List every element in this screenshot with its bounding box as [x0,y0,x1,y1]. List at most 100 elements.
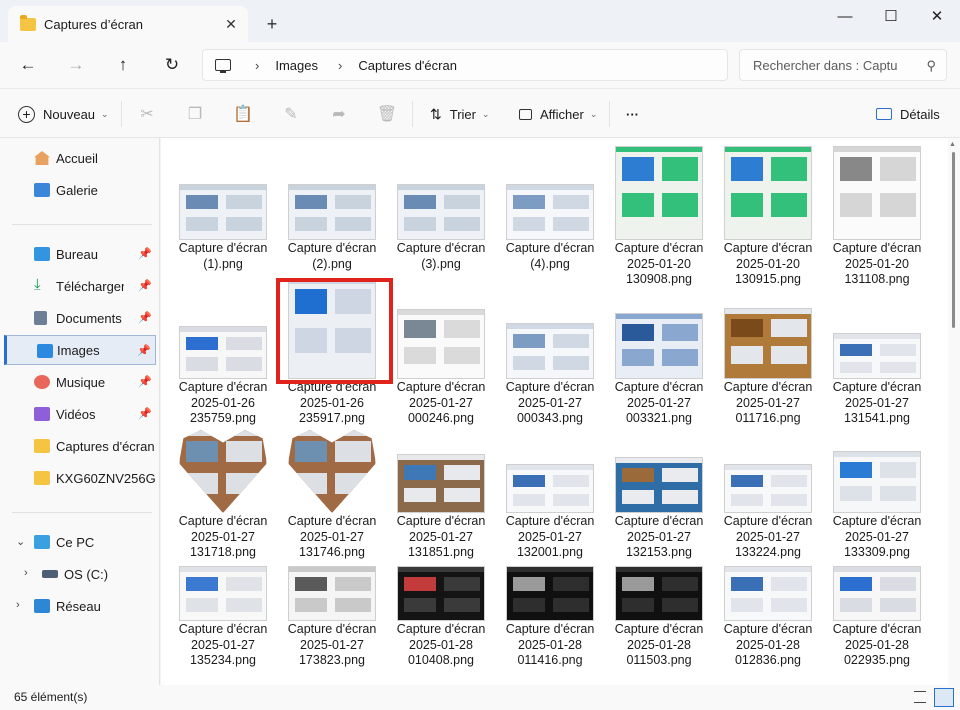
sort-button[interactable]: ⇅ Trier ⌄ [430,103,490,125]
file-thumbnail[interactable] [724,464,812,513]
sidebar-item-musique[interactable]: Musique 📌 [4,367,156,397]
file-name[interactable]: Capture d'écran 2025-01-27 135234.png [171,622,275,669]
file-name[interactable]: Capture d'écran 2025-01-27 000343.png [498,380,602,427]
address-bar[interactable]: › Images › Captures d'écran [202,49,728,81]
pin-icon[interactable]: 📌 [137,344,151,357]
rename-icon[interactable]: ✎ [280,103,302,125]
file-name[interactable]: Capture d'écran 2025-01-27 000246.png [389,380,493,427]
paste-icon[interactable]: 📋 [232,103,254,125]
file-name[interactable]: Capture d'écran 2025-01-27 131746.png [280,514,384,561]
file-name[interactable]: Capture d'écran 2025-01-26 235759.png [171,380,275,427]
sidebar-item-documents[interactable]: Documents 📌 [4,303,156,333]
large-icons-view-icon[interactable] [934,688,954,707]
file-thumbnail[interactable] [397,566,485,621]
file-name[interactable]: Capture d'écran 2025-01-27 131718.png [171,514,275,561]
file-name[interactable]: Capture d'écran 2025-01-27 173823.png [280,622,384,669]
cut-icon[interactable]: ✂ [136,103,158,125]
file-thumbnail[interactable] [615,457,703,513]
maximize-button[interactable]: ☐ [868,0,914,32]
file-name[interactable]: Capture d'écran (3).png [389,241,493,272]
file-thumbnail[interactable] [397,309,485,379]
chevron-right-icon[interactable]: › [24,567,28,579]
file-thumbnail[interactable] [179,184,267,240]
file-thumbnail[interactable] [179,566,267,621]
pin-icon[interactable]: 📌 [138,407,152,420]
file-name[interactable]: Capture d'écran 2025-01-20 130908.png [607,241,711,288]
breadcrumb-images[interactable]: Images [275,58,318,73]
breadcrumb-separator[interactable]: › [338,58,342,73]
new-button[interactable]: + Nouveau ⌄ [18,103,109,125]
file-name[interactable]: Capture d'écran 2025-01-27 133224.png [716,514,820,561]
pin-icon[interactable]: 📌 [138,375,152,388]
file-name[interactable]: Capture d'écran 2025-01-27 003321.png [607,380,711,427]
delete-icon[interactable]: 🗑 [376,103,398,125]
file-name[interactable]: Capture d'écran 2025-01-27 133309.png [825,514,929,561]
file-name[interactable]: Capture d'écran (4).png [498,241,602,272]
file-name[interactable]: Capture d'écran (2).png [280,241,384,272]
file-thumbnail[interactable] [615,146,703,240]
file-name[interactable]: Capture d'écran 2025-01-28 012836.png [716,622,820,669]
minimize-button[interactable]: — [822,0,868,32]
sidebar-item-bureau[interactable]: Bureau 📌 [4,239,156,269]
file-thumbnail[interactable] [833,566,921,621]
file-name[interactable]: Capture d'écran 2025-01-28 011416.png [498,622,602,669]
file-thumbnail[interactable] [833,146,921,240]
file-thumbnail[interactable] [615,313,703,379]
file-name[interactable]: Capture d'écran 2025-01-27 132153.png [607,514,711,561]
file-thumbnail[interactable] [833,451,921,513]
forward-button[interactable]: → [61,50,91,80]
file-name[interactable]: Capture d'écran 2025-01-27 011716.png [716,380,820,427]
file-name[interactable]: Capture d'écran 2025-01-26 235917.png [280,380,384,427]
pin-icon[interactable]: 📌 [138,247,152,260]
file-name[interactable]: Capture d'écran 2025-01-28 022935.png [825,622,929,669]
sidebar-item-videos[interactable]: Vidéos 📌 [4,399,156,429]
sidebar-item-ce-pc[interactable]: ⌄ Ce PC [4,527,156,557]
file-name[interactable]: Capture d'écran 2025-01-20 130915.png [716,241,820,288]
file-thumbnail[interactable] [724,308,812,379]
file-thumbnail[interactable] [506,323,594,379]
up-button[interactable]: ↑ [108,50,138,80]
file-thumbnail[interactable] [615,566,703,621]
view-button[interactable]: Afficher ⌄ [519,103,597,125]
scroll-up-icon[interactable]: ▲ [949,141,956,148]
details-view-icon[interactable] [914,691,926,703]
file-thumbnail[interactable] [397,454,485,513]
file-name[interactable]: Capture d'écran 2025-01-27 131541.png [825,380,929,427]
file-thumbnail[interactable] [506,464,594,513]
more-options-button[interactable]: ··· [626,103,639,125]
file-thumbnail[interactable] [833,333,921,379]
back-button[interactable]: ← [13,50,43,80]
file-thumbnail[interactable] [288,278,376,379]
file-thumbnail[interactable] [288,566,376,621]
chevron-right-icon[interactable]: › [16,599,20,611]
file-name[interactable]: Capture d'écran 2025-01-27 131851.png [389,514,493,561]
sidebar-item-accueil[interactable]: Accueil [4,143,156,173]
sidebar-item-kxg60[interactable]: KXG60ZNV256G TOSHIBA [4,463,156,493]
file-thumbnail[interactable] [397,184,485,240]
chevron-down-icon[interactable]: ⌄ [16,535,25,548]
sidebar-item-telechargements[interactable]: ⤓ Téléchargements 📌 [4,271,156,301]
file-thumbnail[interactable] [288,430,376,513]
file-thumbnail[interactable] [506,184,594,240]
file-thumbnail[interactable] [179,430,267,513]
search-input[interactable]: Rechercher dans : Captu ⚲ [739,49,947,81]
pin-icon[interactable]: 📌 [138,279,152,292]
file-thumbnail[interactable] [179,326,267,379]
sidebar-item-galerie[interactable]: Galerie [4,175,156,205]
tab-captures[interactable]: Captures d’écran ✕ [8,6,248,42]
file-name[interactable]: Capture d'écran 2025-01-28 010408.png [389,622,493,669]
new-tab-button[interactable]: + [260,12,284,36]
sidebar-item-images[interactable]: Images 📌 [4,335,156,365]
copy-icon[interactable]: ❐ [184,103,206,125]
file-name[interactable]: Capture d'écran 2025-01-20 131108.png [825,241,929,288]
vertical-scrollbar[interactable]: ▲ [948,138,960,685]
breadcrumb-captures[interactable]: Captures d'écran [358,58,457,73]
pin-icon[interactable]: 📌 [138,311,152,324]
file-thumbnail[interactable] [506,566,594,621]
sidebar-item-captures[interactable]: Captures d'écran [4,431,156,461]
file-name[interactable]: Capture d'écran 2025-01-27 132001.png [498,514,602,561]
scrollbar-thumb[interactable] [952,152,955,328]
file-thumbnail[interactable] [724,146,812,240]
breadcrumb-separator[interactable]: › [255,58,259,73]
sidebar-item-reseau[interactable]: › Réseau [4,591,156,621]
